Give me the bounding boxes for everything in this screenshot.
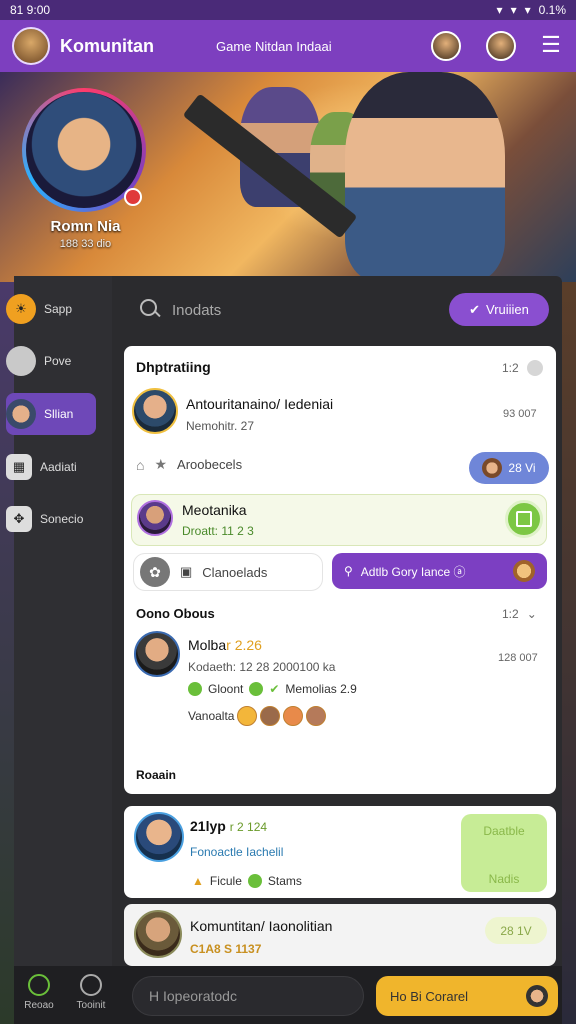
hero-character bbox=[345, 72, 505, 282]
online-icon bbox=[188, 682, 202, 696]
emoji-icon bbox=[513, 560, 535, 582]
wifi-icon: ▾ bbox=[496, 3, 503, 17]
post-title[interactable]: Komuntitan/ Iaonolitian bbox=[190, 918, 332, 934]
gamepad-icon bbox=[80, 974, 102, 996]
highlight-sub: Droatt: 11 2 3 bbox=[182, 524, 254, 538]
nav-home[interactable]: Reoao bbox=[14, 972, 64, 1018]
emoji-icon[interactable] bbox=[306, 706, 327, 726]
join-button[interactable]: ⚲ Adtlb Gory Iance ⓐ bbox=[332, 553, 547, 589]
search-input[interactable]: Inodats bbox=[124, 290, 424, 330]
search-icon bbox=[140, 299, 162, 321]
check-icon: ✔ bbox=[469, 301, 481, 317]
emoji-row: Vanoalta bbox=[188, 706, 327, 726]
avatar[interactable] bbox=[134, 631, 180, 677]
emoji-icon[interactable] bbox=[283, 706, 304, 726]
home-icon[interactable]: ⌂ bbox=[136, 457, 144, 473]
star-icon[interactable]: ★ bbox=[154, 456, 167, 473]
highlight-name: Meotanika bbox=[182, 502, 247, 518]
puzzle-icon: ✥ bbox=[6, 506, 32, 532]
post-subtitle: Kodaeth: 12 28 2000100 ka bbox=[188, 660, 336, 674]
confirm-icon[interactable] bbox=[505, 500, 543, 538]
reaction-pill[interactable]: 28 Vi bbox=[469, 452, 549, 484]
post-time: 93 007 bbox=[503, 408, 537, 420]
gear-icon: ✿ bbox=[140, 557, 170, 587]
user-avatar[interactable] bbox=[486, 31, 516, 61]
profile-meta: 188 33 dio bbox=[59, 238, 112, 250]
heart-icon bbox=[249, 682, 264, 696]
battery-text: 0.1% bbox=[538, 3, 566, 17]
sidebar-item-sllian[interactable]: Sllian bbox=[6, 393, 96, 435]
nav-tournament[interactable]: Tooinit bbox=[66, 972, 116, 1018]
more-icon[interactable] bbox=[526, 360, 543, 376]
sidebar-item-aadiati[interactable]: ▦ Aadiati bbox=[6, 446, 96, 488]
post-subtitle: C1A8 S 1137 bbox=[190, 942, 262, 956]
section-title: Dhptratiing bbox=[136, 359, 211, 375]
triangle-icon: ▲ bbox=[192, 874, 204, 888]
notification-badge bbox=[124, 188, 142, 206]
sidebar-item-sonecio[interactable]: ✥ Sonecio bbox=[6, 498, 96, 540]
post-chips: ▲ Ficule Stams bbox=[192, 874, 302, 888]
status-block[interactable]: Daatble Nadis bbox=[461, 814, 547, 892]
avatar[interactable] bbox=[132, 388, 178, 434]
sun-icon: ☀ bbox=[6, 294, 36, 324]
post-title[interactable]: 21lyp r 2 124 bbox=[190, 818, 267, 834]
post-subtitle: Nemohitr. 27 bbox=[186, 419, 255, 433]
chevron-down-icon[interactable]: ⌄ bbox=[527, 607, 537, 621]
post-title[interactable]: Antouritanaino/ Iedeniai bbox=[186, 396, 333, 412]
check-icon: ✔ bbox=[269, 682, 280, 696]
section-count: 1:2 ⌄ bbox=[502, 607, 537, 621]
cta-button[interactable]: Ho Bi Corarel bbox=[376, 976, 558, 1016]
emoji-icon[interactable] bbox=[237, 706, 258, 726]
reaction-row: ⌂ ★ Aroobecels bbox=[136, 456, 243, 473]
app-logo[interactable] bbox=[12, 27, 50, 65]
status-bar: 81 9:00 ▾ ▾ ▾ 0.1% bbox=[0, 0, 576, 20]
pin-icon: ⚲ bbox=[344, 564, 353, 578]
profile-name: Romn Nia bbox=[50, 218, 121, 235]
avatar bbox=[482, 458, 503, 478]
post-subtitle: Fonoactle Iachelil bbox=[190, 845, 284, 859]
avatar bbox=[137, 500, 173, 536]
emoji-icon[interactable] bbox=[260, 706, 281, 726]
grid-icon: ▦ bbox=[6, 454, 32, 480]
section-title: Oono Obous bbox=[136, 606, 215, 621]
top-bar: Komunitan Game Nitdan Indaai ☰ bbox=[0, 20, 576, 72]
page-subtitle: Game Nitdan Indaai bbox=[216, 38, 332, 54]
avatar[interactable] bbox=[134, 812, 184, 862]
avatar-icon bbox=[6, 399, 36, 429]
status-time: 81 9:00 bbox=[10, 3, 51, 17]
avatar bbox=[526, 985, 548, 1007]
signal-icon: ▾ bbox=[510, 3, 517, 17]
sidebar-item-sapp[interactable]: ☀ Sapp bbox=[6, 288, 96, 330]
post-time: 128 007 bbox=[498, 652, 538, 664]
sidebar-item-pove[interactable]: Pove bbox=[6, 340, 96, 382]
avatar-icon bbox=[6, 346, 36, 376]
compose-input[interactable]: H Iopeoratodc bbox=[132, 976, 364, 1016]
friend-avatar[interactable] bbox=[431, 31, 461, 61]
heart-icon bbox=[28, 974, 50, 996]
app-title: Komunitan bbox=[60, 35, 154, 56]
post-title[interactable]: Molbar 2.26 bbox=[188, 637, 262, 653]
menu-icon[interactable]: ☰ bbox=[540, 34, 562, 56]
footer-label: Roaain bbox=[136, 768, 177, 782]
online-icon bbox=[247, 874, 262, 888]
primary-action-button[interactable]: ✔ Vruiiien bbox=[449, 293, 549, 326]
section-count: 1:2 bbox=[502, 360, 543, 376]
avatar[interactable] bbox=[134, 910, 182, 958]
status-line: Gloont ✔ Memolias 2.9 bbox=[188, 682, 357, 696]
signal-icon: ▾ bbox=[524, 3, 531, 17]
status-pill[interactable]: 28 1V bbox=[485, 917, 547, 944]
secondary-action[interactable]: ✿ ▣ Clanoelads bbox=[133, 553, 323, 591]
folder-icon: ▣ bbox=[180, 564, 193, 579]
